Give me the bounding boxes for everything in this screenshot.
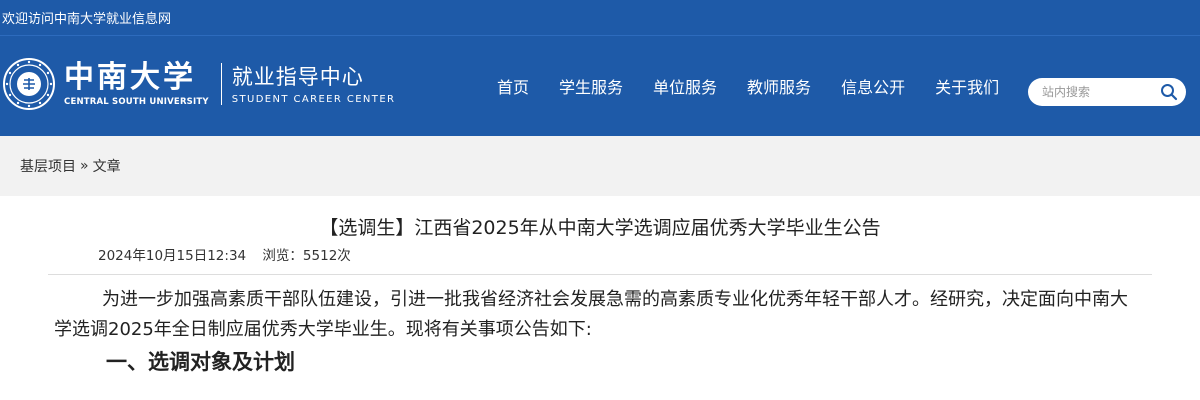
logo-divider	[220, 63, 222, 105]
site-search	[1028, 78, 1186, 106]
nav-item-home[interactable]: 首页	[482, 74, 544, 98]
site-logo[interactable]: 中南大学 CENTRAL SOUTH UNIVERSITY 就业指导中心 STU…	[2, 57, 395, 111]
article-body: 为进一步加强高素质干部队伍建设，引进一批我省经济社会发展急需的高素质专业化优秀年…	[54, 285, 1138, 379]
university-name-en: CENTRAL SOUTH UNIVERSITY	[64, 97, 209, 107]
breadcrumb: 基层项目 » 文章	[0, 136, 1200, 196]
center-name: 就业指导中心 STUDENT CAREER CENTER	[232, 64, 396, 105]
article-meta: 2024年10月15日12:34 浏览：5512次	[98, 246, 1200, 266]
breadcrumb-item-grassroots[interactable]: 基层项目	[20, 156, 76, 176]
site-header: 中南大学 CENTRAL SOUTH UNIVERSITY 就业指导中心 STU…	[0, 36, 1200, 136]
nav-item-about-us[interactable]: 关于我们	[920, 74, 1014, 98]
breadcrumb-item-article: 文章	[92, 159, 121, 175]
top-welcome-bar: 欢迎访问中南大学就业信息网	[0, 0, 1200, 36]
section-heading: 一、选调对象及计划	[106, 350, 295, 374]
main-nav: 首页 学生服务 单位服务 教师服务 信息公开 关于我们	[482, 36, 1014, 136]
search-input[interactable]	[1040, 84, 1156, 100]
center-name-cn: 就业指导中心	[231, 64, 364, 89]
nav-item-public-info[interactable]: 信息公开	[826, 74, 920, 98]
publish-date: 2024年10月15日12:34	[98, 248, 247, 264]
welcome-text: 欢迎访问中南大学就业信息网	[2, 12, 172, 27]
view-count: 浏览：5512次	[262, 248, 351, 264]
university-name-cn: 中南大学	[64, 60, 196, 95]
nav-item-teacher-services[interactable]: 教师服务	[732, 74, 826, 98]
center-name-en: STUDENT CAREER CENTER	[231, 93, 396, 105]
nav-item-employer-services[interactable]: 单位服务	[638, 74, 732, 98]
nav-item-student-services[interactable]: 学生服务	[544, 74, 638, 98]
university-name: 中南大学 CENTRAL SOUTH UNIVERSITY	[64, 60, 209, 108]
article-title: 【选调生】江西省2025年从中南大学选调应届优秀大学毕业生公告	[319, 217, 881, 239]
breadcrumb-separator: »	[80, 158, 89, 174]
intro-paragraph: 为进一步加强高素质干部队伍建设，引进一批我省经济社会发展急需的高素质专业化优秀年…	[54, 289, 1128, 340]
university-seal-icon	[3, 58, 55, 110]
search-icon[interactable]	[1160, 83, 1178, 101]
title-divider	[48, 274, 1152, 275]
